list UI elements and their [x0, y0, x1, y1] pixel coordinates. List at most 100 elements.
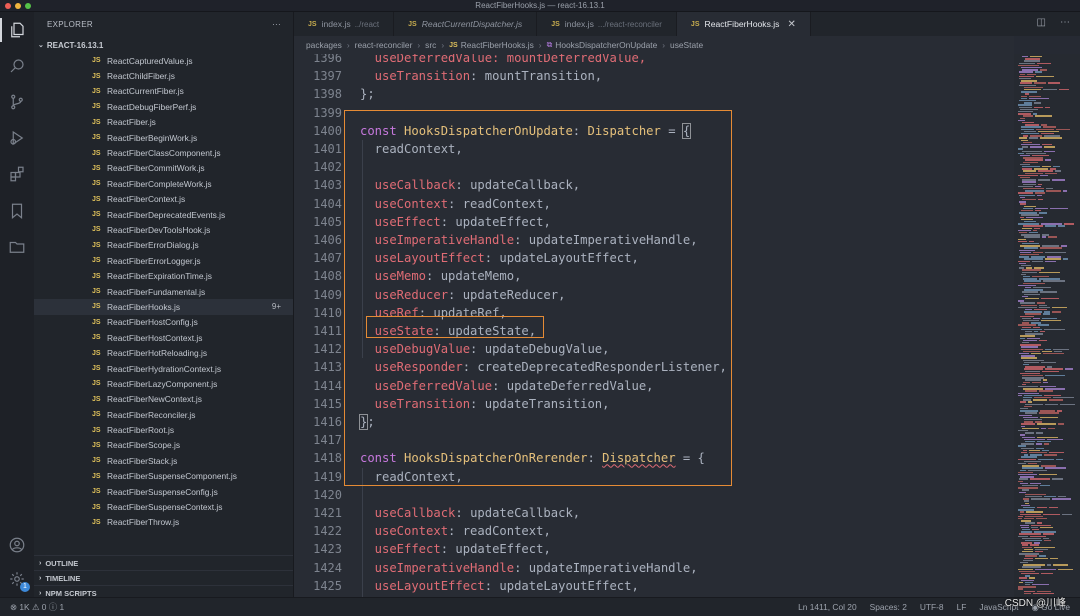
- file-item[interactable]: JS ReactCapturedValue.js: [34, 53, 293, 68]
- code-line[interactable]: 1414 useDeferredValue: updateDeferredValu…: [294, 377, 1014, 395]
- code-line[interactable]: 1405 useEffect: updateEffect,: [294, 213, 1014, 231]
- end-of-line[interactable]: LF: [957, 602, 967, 612]
- indentation[interactable]: Spaces: 2: [870, 602, 907, 612]
- editor-tab[interactable]: JS ReactFiberHooks.js ✕: [676, 12, 811, 36]
- file-item[interactable]: JS ReactFiberHydrationContext.js: [34, 361, 293, 376]
- file-item[interactable]: JS ReactFiberDevToolsHook.js: [34, 222, 293, 237]
- editor-tab[interactable]: JS index.js ../react: [294, 12, 395, 36]
- breadcrumb-item[interactable]: HooksDispatcherOnUpdate: [555, 40, 657, 50]
- file-item[interactable]: JS ReactFiberHooks.js 9+: [34, 299, 293, 315]
- code-line[interactable]: 1419 readContext,: [294, 468, 1014, 486]
- search-icon[interactable]: [7, 56, 27, 76]
- code-line[interactable]: 1413 useResponder: createDeprecatedRespon…: [294, 358, 1014, 376]
- file-item[interactable]: JS ReactFiberRoot.js: [34, 422, 293, 437]
- code-line[interactable]: 1408 useMemo: updateMemo,: [294, 267, 1014, 285]
- file-item[interactable]: JS ReactFiberLazyComponent.js: [34, 376, 293, 391]
- code-line[interactable]: 1423 useEffect: updateEffect,: [294, 540, 1014, 558]
- breadcrumb-item[interactable]: packages: [306, 40, 342, 50]
- files-icon[interactable]: [0, 18, 27, 42]
- file-item[interactable]: JS ReactFiberNewContext.js: [34, 392, 293, 407]
- bookmark-icon[interactable]: [7, 201, 27, 221]
- editor-tab[interactable]: JS ReactCurrentDispatcher.js: [394, 12, 538, 36]
- file-item[interactable]: JS ReactCurrentFiber.js: [34, 84, 293, 99]
- editor-tab[interactable]: JS index.js .../react-reconciler: [537, 12, 677, 36]
- file-item[interactable]: JS ReactFiberThrow.js: [34, 515, 293, 530]
- file-item[interactable]: JS ReactFiberBeginWork.js: [34, 130, 293, 145]
- run-debug-icon[interactable]: [7, 128, 27, 148]
- code-line[interactable]: 1418 const HooksDispatcherOnRerender: Dis…: [294, 449, 1014, 467]
- code-editor[interactable]: 1396 useDeferredValue: mountDeferredValue…: [294, 54, 1014, 597]
- code-line[interactable]: 1403 useCallback: updateCallback,: [294, 176, 1014, 194]
- minimap-line: [1020, 513, 1042, 515]
- code-line[interactable]: 1416};: [294, 413, 1014, 431]
- code-line[interactable]: 1412 useDebugValue: updateDebugValue,: [294, 340, 1014, 358]
- account-icon[interactable]: [7, 535, 27, 555]
- code-line[interactable]: 1409 useReducer: updateReducer,: [294, 286, 1014, 304]
- code-line[interactable]: 1401 readContext,: [294, 140, 1014, 158]
- file-item[interactable]: JS ReactFiberContext.js: [34, 192, 293, 207]
- code-line[interactable]: 1415 useTransition: updateTransition,: [294, 395, 1014, 413]
- breadcrumb-item[interactable]: useState: [670, 40, 703, 50]
- breadcrumb-item[interactable]: src: [425, 40, 436, 50]
- file-item[interactable]: JS ReactFiberExpirationTime.js: [34, 268, 293, 283]
- code-line[interactable]: 1417: [294, 431, 1014, 449]
- problems-indicator[interactable]: ⊗ 1K ⚠ 0 ⓘ 1: [10, 601, 64, 613]
- file-item[interactable]: JS ReactFiberStack.js: [34, 453, 293, 468]
- cursor-position[interactable]: Ln 1411, Col 20: [798, 602, 857, 612]
- file-item[interactable]: JS ReactFiberClassComponent.js: [34, 145, 293, 160]
- breadcrumb-item[interactable]: ReactFiberHooks.js: [461, 40, 534, 50]
- encoding[interactable]: UTF-8: [920, 602, 944, 612]
- code-line[interactable]: 1420: [294, 486, 1014, 504]
- folder-icon[interactable]: [7, 237, 27, 257]
- file-name: ReactFiberNewContext.js: [107, 394, 202, 405]
- file-item[interactable]: JS ReactFiberErrorLogger.js: [34, 253, 293, 268]
- code-line[interactable]: 1424 useImperativeHandle: updateImperativ…: [294, 559, 1014, 577]
- source-control-icon[interactable]: [7, 92, 27, 112]
- close-icon[interactable]: ✕: [787, 19, 795, 30]
- file-item[interactable]: JS ReactFiberHotReloading.js: [34, 345, 293, 360]
- code-line[interactable]: 1406 useImperativeHandle: updateImperativ…: [294, 231, 1014, 249]
- code-line[interactable]: 1398};: [294, 85, 1014, 103]
- timeline-section[interactable]: › TIMELINE: [34, 570, 293, 585]
- code-line[interactable]: 1404 useContext: readContext,: [294, 195, 1014, 213]
- code-line[interactable]: 1410 useRef: updateRef,: [294, 304, 1014, 322]
- file-item[interactable]: JS ReactFiberScope.js: [34, 438, 293, 453]
- extensions-icon[interactable]: [7, 164, 27, 184]
- file-item[interactable]: JSReactFiberTreeReflection.js: [34, 530, 293, 534]
- code-line[interactable]: 1422 useContext: readContext,: [294, 522, 1014, 540]
- code-line[interactable]: 1399: [294, 104, 1014, 122]
- code-line[interactable]: 1411 useState: updateState,: [294, 322, 1014, 340]
- code-line[interactable]: 1407 useLayoutEffect: updateLayoutEffect,: [294, 249, 1014, 267]
- file-item[interactable]: JS ReactFiberSuspenseContext.js: [34, 499, 293, 514]
- file-item[interactable]: JS ReactFiberSuspenseComponent.js: [34, 469, 293, 484]
- file-item[interactable]: JS ReactFiberFundamental.js: [34, 284, 293, 299]
- file-item[interactable]: JS ReactFiberCompleteWork.js: [34, 176, 293, 191]
- more-actions-icon[interactable]: ⋯: [1060, 17, 1070, 28]
- code-line[interactable]: 1402: [294, 158, 1014, 176]
- file-item[interactable]: JS ReactFiberReconciler.js: [34, 407, 293, 422]
- breadcrumb-item[interactable]: react-reconciler: [355, 40, 413, 50]
- file-item[interactable]: JS ReactFiberHostContext.js: [34, 330, 293, 345]
- gear-icon[interactable]: 1: [7, 569, 30, 592]
- file-item[interactable]: JS ReactFiberHostConfig.js: [34, 315, 293, 330]
- split-editor-icon[interactable]: ◫: [1037, 17, 1046, 28]
- minimap-line: [1026, 337, 1040, 339]
- file-item[interactable]: JS ReactFiber.js: [34, 115, 293, 130]
- file-item[interactable]: JS ReactChildFiber.js: [34, 68, 293, 83]
- code-line[interactable]: 1400 const HooksDispatcherOnUpdate: Dispa…: [294, 122, 1014, 140]
- file-item[interactable]: JS ReactFiberCommitWork.js: [34, 161, 293, 176]
- file-item[interactable]: JS ReactFiberDeprecatedEvents.js: [34, 207, 293, 222]
- code-line[interactable]: 1421 useCallback: updateCallback,: [294, 504, 1014, 522]
- minimap-line: [1044, 146, 1056, 148]
- code-line[interactable]: 1397 useTransition: mountTransition,: [294, 67, 1014, 85]
- file-item[interactable]: JS ReactFiberSuspenseConfig.js: [34, 484, 293, 499]
- more-actions-icon[interactable]: ···: [272, 20, 281, 29]
- workspace-root[interactable]: ⌄ REACT-16.13.1: [34, 37, 293, 53]
- minimap-line: [1024, 368, 1043, 370]
- code-line[interactable]: 1396 useDeferredValue: mountDeferredValue…: [294, 54, 1014, 67]
- outline-section[interactable]: › OUTLINE: [34, 555, 293, 570]
- file-item[interactable]: JS ReactDebugFiberPerf.js: [34, 99, 293, 114]
- file-item[interactable]: JS ReactFiberErrorDialog.js: [34, 238, 293, 253]
- code-line[interactable]: 1425 useLayoutEffect: updateLayoutEffect,: [294, 577, 1014, 595]
- minimap[interactable]: [1014, 54, 1080, 597]
